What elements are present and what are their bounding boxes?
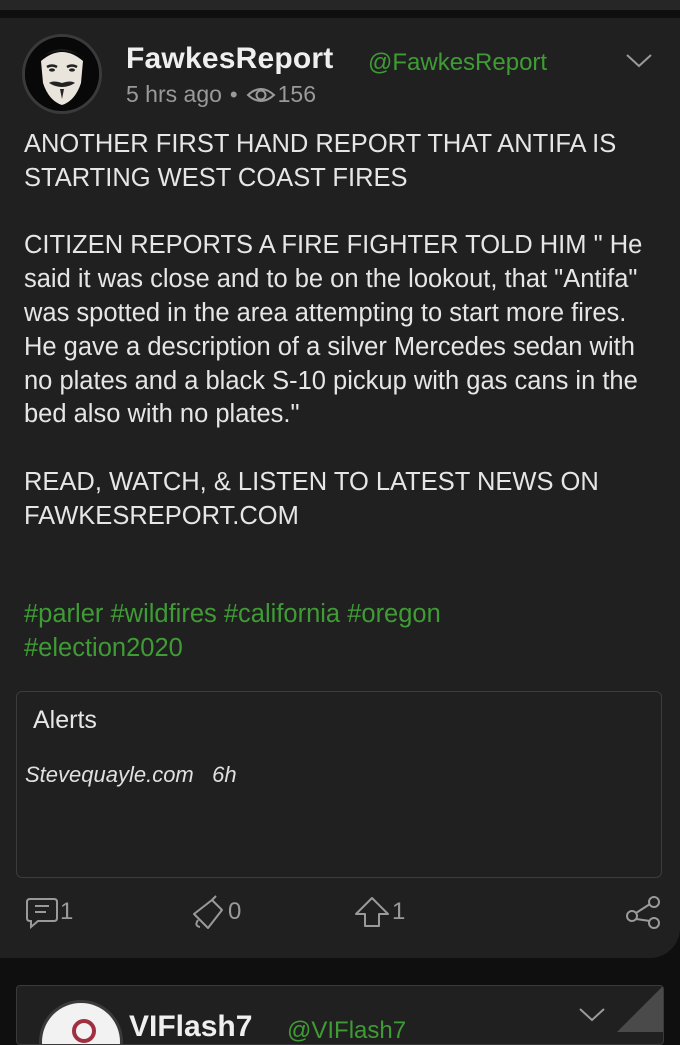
comment-count: 1: [60, 898, 74, 925]
echo-button[interactable]: 0: [188, 894, 241, 930]
post-handle[interactable]: @FawkesReport: [368, 49, 547, 77]
hashtag[interactable]: #election2020: [24, 634, 183, 662]
chevron-down-icon[interactable]: [577, 1004, 607, 1024]
post-handle[interactable]: @VIFlash7: [287, 1017, 406, 1044]
eye-icon: [246, 87, 276, 102]
upvote-count: 1: [392, 898, 406, 925]
post-username[interactable]: VIFlash7: [129, 1010, 252, 1044]
guy-fawkes-mask-icon: [25, 37, 99, 111]
post-username[interactable]: FawkesReport: [126, 42, 333, 76]
echo-count: 0: [228, 898, 242, 925]
next-post-card: VIFlash7 @VIFlash7: [16, 985, 664, 1045]
post-actions-bar: 1 0 1: [0, 890, 680, 936]
hashtag[interactable]: #parler: [24, 600, 103, 628]
link-preview-title: Alerts: [33, 706, 97, 734]
post-card: FawkesReport @FawkesReport 5 hrs ago • 1…: [0, 18, 680, 958]
post-body: ANOTHER FIRST HAND REPORT THAT ANTIFA IS…: [24, 130, 643, 530]
post-meta: 5 hrs ago • 156: [126, 81, 316, 108]
source-age: 6h: [212, 762, 237, 787]
upvote-arrow-icon: [355, 897, 389, 927]
post-time: 5 hrs ago: [126, 81, 222, 107]
hashtags: #parler #wildfires #california #oregon #…: [24, 598, 664, 666]
share-icon: [626, 896, 660, 929]
comment-button[interactable]: 1: [24, 894, 73, 930]
chevron-down-icon[interactable]: [624, 50, 654, 70]
hashtag[interactable]: #wildfires: [110, 600, 216, 628]
echo-megaphone-icon: [193, 895, 223, 929]
share-button[interactable]: [624, 894, 662, 930]
source-site: Stevequayle.com: [25, 762, 194, 787]
hashtag[interactable]: #california: [224, 600, 340, 628]
upvote-button[interactable]: 1: [352, 894, 405, 930]
comment-icon: [26, 898, 58, 930]
view-count: 156: [277, 81, 316, 107]
hashtag[interactable]: #oregon: [347, 600, 441, 628]
top-bar: [0, 0, 680, 10]
corner-fold: [617, 986, 663, 1032]
meta-separator: •: [229, 81, 238, 107]
link-preview-card[interactable]: Alerts Stevequayle.com 6h: [16, 691, 662, 878]
link-preview-source: Stevequayle.com 6h: [25, 762, 237, 788]
avatar[interactable]: [22, 34, 102, 114]
